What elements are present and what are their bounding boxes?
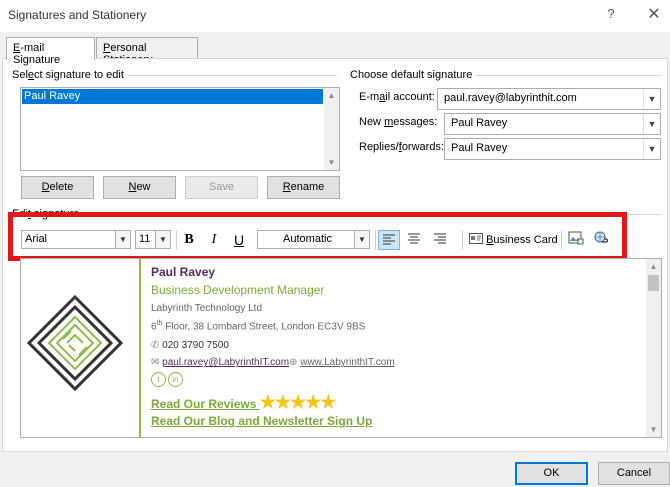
- help-button[interactable]: ?: [604, 6, 618, 21]
- new-messages-select[interactable]: Paul Ravey ▼: [444, 113, 661, 135]
- close-button[interactable]: ✕: [646, 4, 662, 24]
- tab-email-signature[interactable]: E-mail Signature: [6, 37, 95, 66]
- signature-contact-links: ✉ paul.ravey@LabyrinthIT.com⊕ www.Labyri…: [151, 357, 395, 368]
- window-title: Signatures and Stationery: [8, 8, 147, 22]
- twitter-icon[interactable]: t: [151, 372, 166, 388]
- replies-forwards-select[interactable]: Paul Ravey ▼: [444, 138, 661, 160]
- scroll-thumb[interactable]: [648, 275, 659, 291]
- phone-icon: ✆: [151, 340, 160, 352]
- signature-editor[interactable]: Paul Ravey Business Development Manager …: [20, 258, 662, 438]
- signature-list[interactable]: Paul Ravey ▲ ▼: [20, 87, 340, 171]
- reviews-link[interactable]: Read Our Reviews ★★★★★: [151, 392, 395, 413]
- signature-company: Labyrinth Technology Ltd: [151, 303, 263, 314]
- select-signature-label: Select signature to edit: [12, 69, 128, 81]
- editor-scrollbar[interactable]: ▲ ▼: [646, 259, 661, 437]
- highlight-box: [8, 212, 627, 261]
- signature-name: Paul Ravey: [151, 265, 216, 279]
- social-links: t in: [151, 372, 395, 388]
- chevron-down-icon[interactable]: ▼: [643, 114, 660, 134]
- list-item[interactable]: Paul Ravey: [22, 89, 323, 104]
- new-button[interactable]: New: [103, 176, 176, 199]
- scroll-down-icon[interactable]: ▼: [646, 422, 661, 437]
- ok-button[interactable]: OK: [515, 462, 588, 485]
- company-logo: [21, 259, 141, 437]
- website-link[interactable]: www.LabyrinthIT.com: [300, 357, 394, 368]
- chevron-down-icon[interactable]: ▼: [643, 89, 660, 109]
- delete-button[interactable]: Delete: [21, 176, 94, 199]
- globe-icon: ⊕: [289, 357, 298, 369]
- signature-job-title: Business Development Manager: [151, 283, 325, 297]
- scroll-up-icon[interactable]: ▲: [646, 259, 661, 274]
- email-account-select[interactable]: paul.ravey@labyrinthit.com ▼: [437, 88, 661, 110]
- rating-stars-icon: ★★★★★: [259, 392, 337, 413]
- save-button[interactable]: Save: [185, 176, 258, 199]
- rename-button[interactable]: Rename: [267, 176, 340, 199]
- list-scrollbar[interactable]: ▲ ▼: [324, 88, 339, 170]
- labyrinth-logo-icon: [26, 294, 124, 392]
- default-signature-label: Choose default signature: [350, 69, 477, 81]
- chevron-down-icon[interactable]: ▼: [643, 139, 660, 159]
- tab-personal-stationery[interactable]: Personal Stationery: [96, 37, 198, 66]
- scroll-down-icon[interactable]: ▼: [324, 155, 339, 170]
- blog-link[interactable]: Read Our Blog and Newsletter Sign Up: [151, 414, 395, 428]
- mail-icon: ✉: [151, 357, 160, 369]
- linkedin-icon[interactable]: in: [168, 372, 183, 388]
- new-messages-label: New messages:: [359, 116, 438, 128]
- email-account-label: E-mail account:: [359, 91, 435, 103]
- replies-forwards-label: Replies/forwards:: [359, 141, 444, 153]
- cancel-button[interactable]: Cancel: [598, 462, 670, 485]
- signature-address: 6th Floor, 38 Lombard Street, London EC3…: [151, 320, 366, 333]
- scroll-up-icon[interactable]: ▲: [324, 88, 339, 103]
- email-link[interactable]: paul.ravey@LabyrinthIT.com: [162, 357, 289, 368]
- signature-phone: ✆ 020 3790 7500: [151, 340, 229, 352]
